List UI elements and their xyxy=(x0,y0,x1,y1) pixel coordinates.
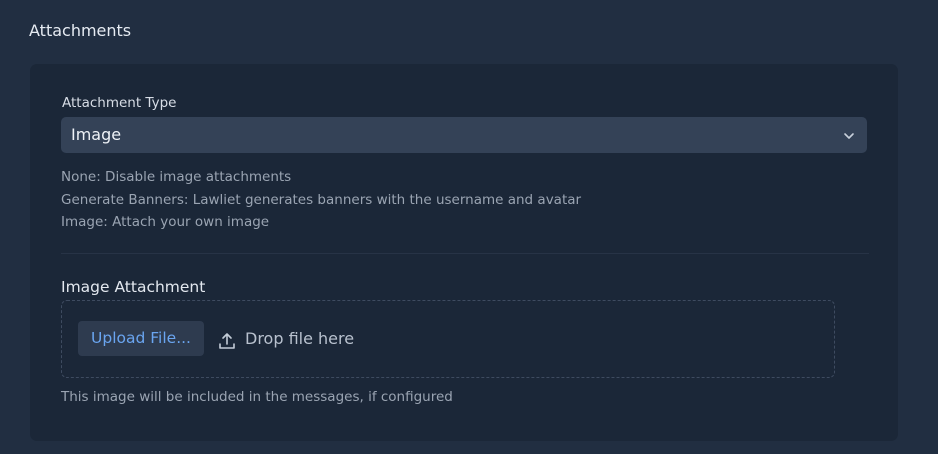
help-line-image: Image: Attach your own image xyxy=(61,214,270,230)
file-dropzone[interactable]: Upload File... Drop file here xyxy=(61,300,835,378)
attachment-type-label: Attachment Type xyxy=(62,95,177,111)
drop-file-text: Drop file here xyxy=(245,329,355,348)
help-line-generate-banners: Generate Banners: Lawliet generates bann… xyxy=(61,191,582,208)
chevron-down-icon xyxy=(844,133,854,139)
attachments-panel: Attachment Type Image None: Disable imag… xyxy=(30,64,898,441)
attachment-type-help: None: Disable image attachments Generate… xyxy=(61,166,581,234)
help-line-none: None: Disable image attachments xyxy=(61,169,292,185)
attachment-type-selected-value: Image xyxy=(71,125,122,144)
upload-file-button[interactable]: Upload File... xyxy=(78,321,204,356)
upload-icon xyxy=(219,332,235,349)
drop-hint: Drop file here xyxy=(217,328,354,350)
image-attachment-label: Image Attachment xyxy=(61,278,206,296)
divider xyxy=(61,253,869,254)
attachment-type-select[interactable]: Image xyxy=(61,117,867,153)
section-title: Attachments xyxy=(29,21,132,40)
image-attachment-footnote: This image will be included in the messa… xyxy=(61,389,453,405)
